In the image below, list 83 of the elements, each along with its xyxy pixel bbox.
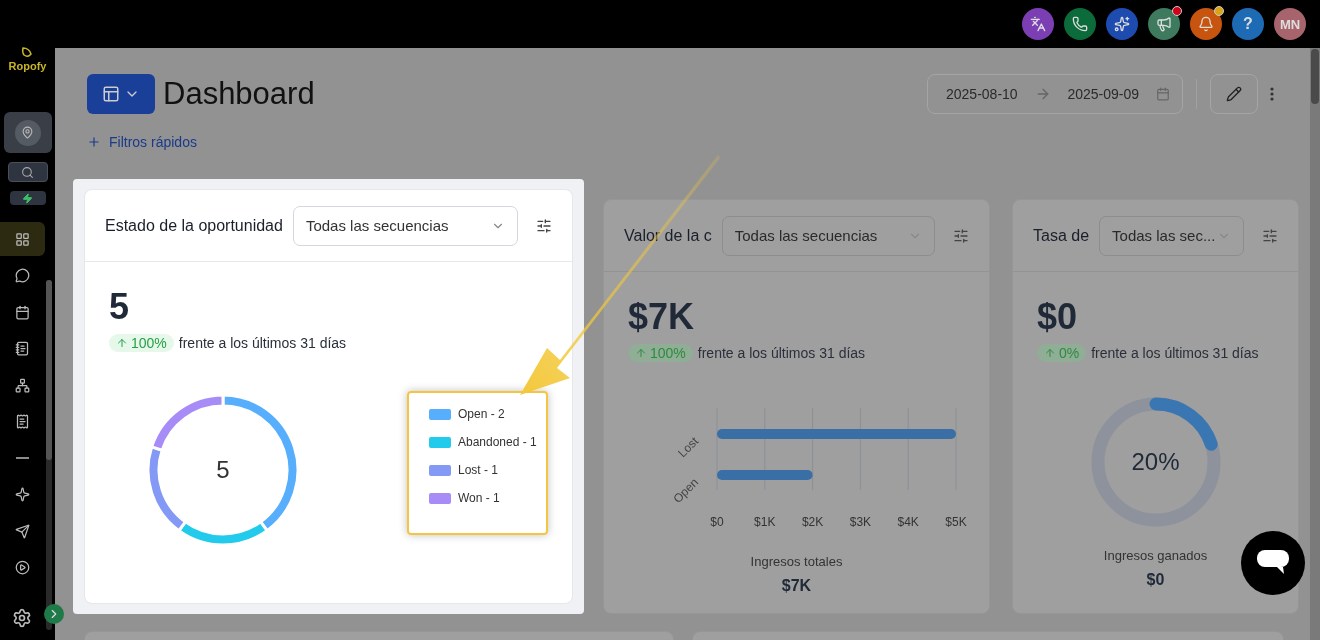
card-title: Valor de la c <box>624 226 712 245</box>
metric-value: $0 <box>1037 296 1079 338</box>
legend-label: Won - 1 <box>458 491 500 505</box>
sliders-icon <box>1262 227 1278 244</box>
lightning-icon <box>22 192 33 204</box>
comparison-text: frente a los últimos 31 días <box>697 345 866 361</box>
plus-icon <box>87 135 101 149</box>
legend-label: Lost - 1 <box>458 463 499 477</box>
send-icon <box>15 523 30 539</box>
sequence-dropdown[interactable]: Todas las secuencias <box>721 215 935 256</box>
chat-icon <box>15 268 30 283</box>
search-icon <box>21 165 34 179</box>
metric-value: 5 <box>109 286 131 328</box>
chart-caption: Ingresos totales <box>750 554 843 569</box>
logo-icon <box>20 46 35 60</box>
bell-button[interactable] <box>1190 8 1222 40</box>
calendar-icon <box>1155 87 1170 101</box>
sliders-icon <box>953 227 969 244</box>
date-range-field[interactable]: 2025-08-10 2025-09-09 <box>927 74 1183 114</box>
legend-label: Open - 2 <box>458 407 505 421</box>
category-label: Lost <box>674 434 701 461</box>
chart-total: $0 <box>1146 571 1165 589</box>
sequence-dropdown[interactable]: Todas las sec... <box>1099 215 1244 256</box>
sequence-dropdown[interactable]: Todas las secuencias <box>292 205 518 246</box>
lightning-button[interactable] <box>9 191 46 205</box>
more-options-icon <box>1270 87 1274 101</box>
help-button[interactable]: ? <box>1232 8 1264 40</box>
phone-icon <box>1072 16 1088 32</box>
notebook-icon <box>15 341 30 356</box>
quick-filters-link[interactable]: Filtros rápidos <box>87 134 197 150</box>
sparkles-icon <box>1114 16 1130 32</box>
settings-icon <box>12 608 32 628</box>
tick-label: $4K <box>897 515 919 529</box>
tick-label: $3K <box>849 515 871 529</box>
more-options-button[interactable] <box>1270 87 1274 101</box>
metric-value: $7K <box>628 296 696 338</box>
card-title: Tasa de <box>1033 226 1090 245</box>
minus-icon <box>16 457 29 459</box>
tick-label: $1K <box>753 515 775 529</box>
change-badge: 100% <box>109 334 174 352</box>
pencil-icon <box>1226 86 1242 102</box>
donut-center-value: 5 <box>216 456 230 483</box>
translate-icon <box>1030 16 1046 32</box>
tick-label: $5K <box>944 515 967 529</box>
chart-total: $7K <box>781 577 812 595</box>
expand-button[interactable] <box>44 604 64 624</box>
edit-button[interactable] <box>1210 74 1258 114</box>
location-card[interactable] <box>3 112 52 153</box>
sliders-icon <box>536 217 552 234</box>
comparison-text: frente a los últimos 31 días <box>178 335 347 351</box>
receipt-icon <box>15 414 30 429</box>
scrollbar[interactable] <box>46 280 52 630</box>
layout-icon <box>102 85 120 103</box>
sparkle-icon <box>15 487 30 502</box>
scrollbar[interactable] <box>1310 48 1320 640</box>
chat-bubble-icon <box>1257 550 1289 576</box>
tick-label: $0 <box>709 515 724 529</box>
brand-logo: Ropofy <box>8 42 47 72</box>
chart-caption: Ingresos ganados <box>1103 548 1208 563</box>
gauge-reading: 20% <box>1130 448 1181 476</box>
bell-icon <box>1198 16 1214 32</box>
legend-label: Abandoned - 1 <box>458 435 537 449</box>
translate-button[interactable] <box>1022 8 1054 40</box>
play-icon <box>15 560 30 575</box>
user-avatar[interactable]: MN <box>1274 8 1306 40</box>
card-title: Estado de la oportunidad <box>105 216 283 235</box>
change-badge: 100% <box>628 344 693 362</box>
location-pin-icon <box>21 126 34 139</box>
phone-button[interactable] <box>1064 8 1096 40</box>
nav-item[interactable] <box>0 222 45 256</box>
settings-button[interactable] <box>12 608 32 628</box>
network-icon <box>15 377 30 393</box>
search-button[interactable] <box>7 162 48 182</box>
grid-icon <box>15 231 30 247</box>
comparison-text: frente a los últimos 31 días <box>1091 345 1259 361</box>
sparkles-button[interactable] <box>1106 8 1138 40</box>
layout-switch-button[interactable] <box>87 74 155 114</box>
megaphone-button[interactable] <box>1148 8 1180 40</box>
tick-label: $2K <box>801 515 823 529</box>
megaphone-icon <box>1156 16 1172 32</box>
calendar-icon <box>15 304 30 320</box>
change-badge: 0% <box>1037 344 1087 362</box>
page-title: Dashboard <box>163 76 315 112</box>
